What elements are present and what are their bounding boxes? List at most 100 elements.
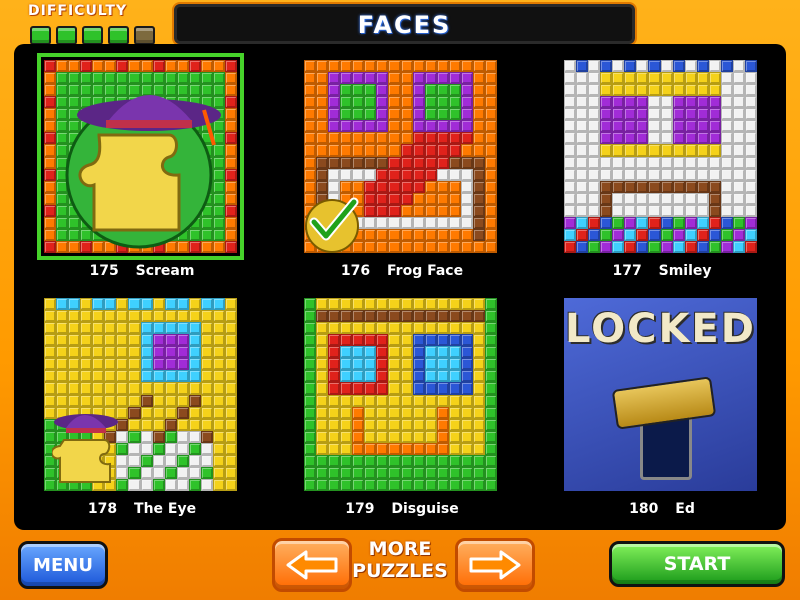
mosaic-tile bbox=[92, 298, 105, 311]
mosaic-tile bbox=[212, 466, 225, 479]
mosaic-tile bbox=[732, 96, 745, 109]
puzzle-thumbnail[interactable] bbox=[304, 60, 497, 253]
mosaic-tile bbox=[648, 132, 661, 145]
mosaic-tile bbox=[460, 240, 473, 253]
mosaic-tile bbox=[460, 216, 473, 229]
puzzle-thumbnail[interactable] bbox=[564, 60, 757, 253]
mosaic-tile bbox=[472, 346, 485, 359]
mosaic-tile bbox=[80, 334, 93, 347]
mosaic-tile bbox=[612, 180, 625, 193]
puzzle-card-178[interactable]: 178 The Eye bbox=[14, 282, 270, 522]
mosaic-tile bbox=[224, 310, 237, 323]
mosaic-tile bbox=[80, 358, 93, 371]
mosaic-tile bbox=[472, 192, 485, 205]
mosaic-tile bbox=[448, 430, 461, 443]
mosaic-tile bbox=[352, 370, 365, 383]
mosaic-tile bbox=[328, 346, 341, 359]
puzzle-thumbnail[interactable] bbox=[37, 53, 244, 260]
mosaic-tile bbox=[424, 382, 437, 395]
mosaic-tile bbox=[352, 478, 365, 491]
mosaic-tile bbox=[436, 454, 449, 467]
puzzle-card-177[interactable]: 177 Smiley bbox=[534, 44, 790, 284]
mosaic-tile bbox=[484, 216, 497, 229]
mosaic-tile bbox=[44, 334, 57, 347]
menu-button[interactable]: MENU bbox=[18, 541, 108, 589]
puzzle-grid bbox=[304, 298, 497, 491]
mosaic-tile bbox=[424, 228, 437, 241]
puzzle-card-176[interactable]: 176 Frog Face bbox=[274, 44, 530, 284]
mosaic-tile bbox=[448, 240, 461, 253]
mosaic-tile bbox=[708, 204, 721, 217]
mosaic-tile bbox=[648, 144, 661, 157]
puzzle-mascot-icon bbox=[65, 95, 221, 249]
mosaic-tile bbox=[364, 358, 377, 371]
mosaic-tile bbox=[388, 430, 401, 443]
mosaic-tile bbox=[412, 156, 425, 169]
mosaic-tile bbox=[460, 72, 473, 85]
mosaic-tile bbox=[648, 84, 661, 97]
mosaic-tile bbox=[412, 466, 425, 479]
mosaic-tile bbox=[484, 144, 497, 157]
puzzle-card-180[interactable]: LOCKED 180 Ed bbox=[534, 282, 790, 522]
mosaic-tile bbox=[472, 370, 485, 383]
puzzle-number: 175 bbox=[89, 263, 119, 279]
mosaic-tile bbox=[576, 180, 589, 193]
mosaic-tile bbox=[672, 192, 685, 205]
mosaic-tile bbox=[152, 430, 165, 443]
mosaic-tile bbox=[612, 96, 625, 109]
mosaic-tile bbox=[672, 144, 685, 157]
puzzle-thumbnail[interactable] bbox=[304, 298, 497, 491]
mosaic-tile bbox=[436, 228, 449, 241]
mosaic-tile bbox=[436, 132, 449, 145]
mosaic-tile bbox=[564, 216, 577, 229]
puzzle-card-179[interactable]: 179 Disguise bbox=[274, 282, 530, 522]
mosaic-tile bbox=[412, 60, 425, 73]
mosaic-tile bbox=[56, 370, 69, 383]
mosaic-tile bbox=[624, 216, 637, 229]
mosaic-tile bbox=[436, 168, 449, 181]
mosaic-tile bbox=[720, 96, 733, 109]
mosaic-tile bbox=[612, 168, 625, 181]
mosaic-tile bbox=[352, 144, 365, 157]
mosaic-tile bbox=[660, 204, 673, 217]
mosaic-tile bbox=[424, 442, 437, 455]
prev-page-button[interactable] bbox=[272, 538, 352, 592]
mosaic-tile bbox=[400, 204, 413, 217]
mosaic-tile bbox=[472, 406, 485, 419]
mosaic-tile bbox=[92, 346, 105, 359]
mosaic-tile bbox=[152, 346, 165, 359]
mosaic-tile bbox=[80, 298, 93, 311]
mosaic-tile bbox=[400, 240, 413, 253]
mosaic-tile bbox=[472, 228, 485, 241]
mosaic-tile bbox=[340, 156, 353, 169]
next-page-button[interactable] bbox=[455, 538, 535, 592]
mosaic-tile bbox=[624, 96, 637, 109]
mosaic-tile bbox=[732, 216, 745, 229]
mosaic-tile bbox=[564, 132, 577, 145]
mosaic-tile bbox=[352, 84, 365, 97]
mosaic-tile bbox=[588, 120, 601, 133]
mosaic-tile bbox=[104, 298, 117, 311]
mosaic-tile bbox=[176, 382, 189, 395]
puzzle-thumbnail[interactable] bbox=[44, 298, 237, 491]
mosaic-tile bbox=[376, 168, 389, 181]
mosaic-tile bbox=[188, 298, 201, 311]
mosaic-tile bbox=[448, 168, 461, 181]
mosaic-tile bbox=[152, 322, 165, 335]
mosaic-tile bbox=[56, 358, 69, 371]
start-button[interactable]: START bbox=[609, 541, 785, 587]
mosaic-tile bbox=[460, 60, 473, 73]
mosaic-tile bbox=[636, 240, 649, 253]
mosaic-tile bbox=[484, 346, 497, 359]
mosaic-tile bbox=[436, 204, 449, 217]
mosaic-tile bbox=[684, 72, 697, 85]
mosaic-tile bbox=[412, 180, 425, 193]
locked-thumbnail[interactable]: LOCKED bbox=[564, 298, 757, 491]
mosaic-tile bbox=[684, 168, 697, 181]
mosaic-tile bbox=[424, 96, 437, 109]
mosaic-tile bbox=[328, 180, 341, 193]
puzzle-card-175[interactable]: 175 Scream bbox=[14, 44, 270, 284]
mosaic-tile bbox=[484, 310, 497, 323]
mosaic-tile bbox=[80, 370, 93, 383]
mosaic-tile bbox=[400, 298, 413, 311]
